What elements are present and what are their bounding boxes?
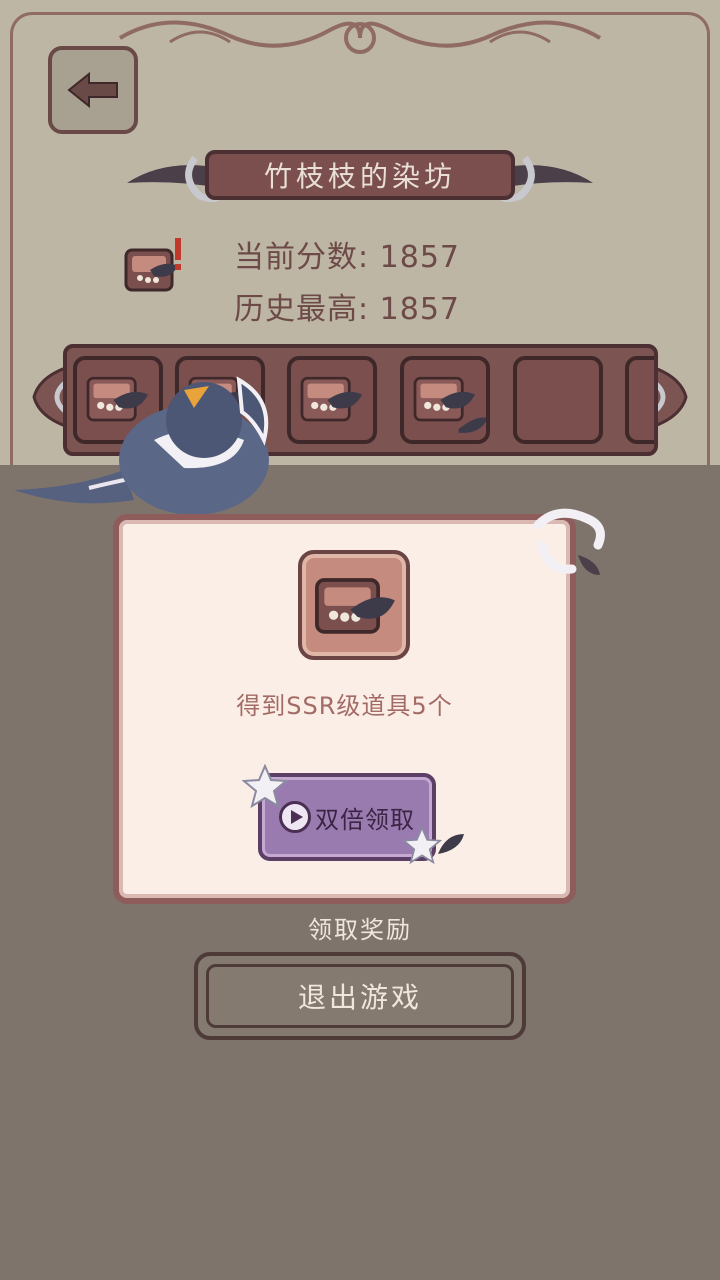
reward-item-icon-frame	[298, 550, 410, 660]
item-slot[interactable]	[400, 356, 490, 444]
star-icon	[242, 764, 288, 808]
feather-icon	[438, 834, 464, 854]
double-claim-label: 双倍领取	[315, 805, 415, 834]
jewelry-box-icon	[124, 238, 181, 292]
current-score: 当前分数: 1857	[234, 240, 460, 275]
jewelry-box-icon	[315, 578, 395, 634]
item-slot[interactable]	[287, 356, 377, 444]
exit-game-label: 退出游戏	[206, 964, 514, 1028]
back-button[interactable]	[48, 46, 138, 134]
reward-description: 得到SSR级道具5个	[236, 692, 453, 720]
jewelry-box-icon	[413, 376, 488, 433]
top-ornament-icon	[118, 20, 602, 54]
claim-reward-link[interactable]: 领取奖励	[0, 910, 720, 945]
exit-game-button[interactable]: 退出游戏	[194, 952, 526, 1040]
page-title: 竹枝枝的染坊	[205, 150, 515, 200]
title-banner: 竹枝枝的染坊	[125, 138, 595, 212]
magpie-bird-icon	[14, 376, 269, 515]
item-slot-empty[interactable]	[513, 356, 603, 444]
item-slot-empty[interactable]	[625, 356, 654, 444]
best-score: 历史最高: 1857	[234, 292, 460, 327]
popup-corner-ornament-icon	[533, 508, 605, 575]
arrow-left-icon	[67, 71, 118, 109]
jewelry-box-icon	[300, 376, 362, 422]
